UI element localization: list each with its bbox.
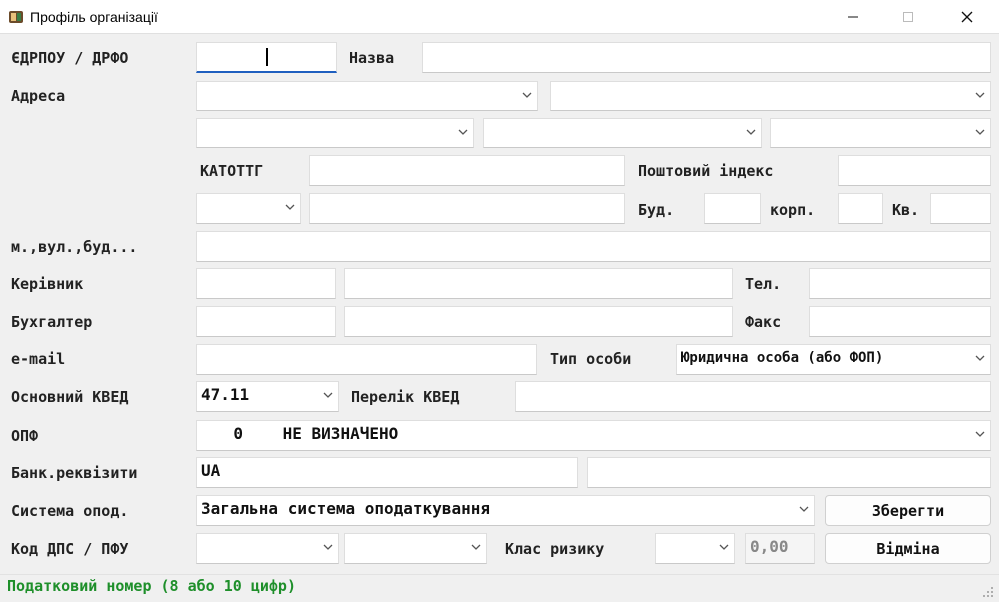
chevron-down-icon: [746, 129, 756, 135]
kved-list-input[interactable]: [515, 381, 991, 412]
chevron-down-icon: [522, 92, 532, 98]
chevron-down-icon: [323, 392, 333, 398]
email-input[interactable]: [196, 344, 537, 375]
chevron-down-icon: [323, 544, 333, 550]
window-title: Профіль організації: [30, 9, 158, 25]
full-address-input[interactable]: [196, 231, 991, 262]
maximize-button[interactable]: [885, 0, 931, 34]
risk-class-select[interactable]: [655, 533, 735, 564]
opf-select[interactable]: 0 НЕ ВИЗНАЧЕНО: [196, 420, 991, 451]
director-name-input[interactable]: [344, 268, 733, 299]
cancel-button[interactable]: Відміна: [825, 533, 991, 564]
person-type-select[interactable]: Юридична особа (або ФОП): [676, 344, 991, 375]
bank-iban-input[interactable]: UA: [196, 457, 578, 488]
chevron-down-icon: [285, 204, 295, 210]
edrpou-input[interactable]: [196, 42, 337, 73]
chevron-down-icon: [471, 544, 481, 550]
name-label: Назва: [349, 49, 395, 67]
name-input[interactable]: [422, 42, 991, 73]
risk-value-field: 0,00: [745, 533, 815, 564]
korpus-label: корп.: [770, 201, 816, 219]
resize-grip-icon[interactable]: [982, 583, 994, 597]
chevron-down-icon: [458, 129, 468, 135]
accountant-name-input[interactable]: [344, 306, 733, 337]
katottg-label: КАТОТТГ: [200, 162, 264, 180]
address-street-type-select[interactable]: [770, 118, 991, 148]
building-label: Буд.: [638, 201, 675, 219]
address-settlement-select[interactable]: [483, 118, 762, 148]
tax-system-label: Система опод.: [11, 502, 129, 520]
kved-list-label: Перелік КВЕД: [351, 388, 460, 406]
close-button[interactable]: [944, 0, 990, 34]
postal-index-label: Поштовий індекс: [638, 162, 774, 180]
katottg-input[interactable]: [309, 155, 625, 186]
risk-class-label: Клас ризику: [505, 540, 605, 558]
street-name-input[interactable]: [309, 193, 625, 224]
chevron-down-icon: [719, 544, 729, 550]
person-type-label: Тип особи: [550, 350, 632, 368]
edrpou-label: ЄДРПОУ / ДРФО: [11, 49, 129, 67]
bank-name-input[interactable]: [587, 457, 991, 488]
status-text: Податковий номер (8 або 10 цифр): [7, 577, 296, 595]
director-position-input[interactable]: [196, 268, 336, 299]
chevron-down-icon: [975, 92, 985, 98]
text-cursor: [266, 48, 268, 66]
address-district-select[interactable]: [550, 81, 991, 111]
pfu-code-select[interactable]: [344, 533, 487, 564]
opf-label: ОПФ: [11, 427, 39, 445]
dps-code-select[interactable]: [196, 533, 339, 564]
dps-code-label: Код ДПС / ПФУ: [11, 540, 129, 558]
accountant-position-input[interactable]: [196, 306, 336, 337]
tax-system-select[interactable]: Загальна система оподаткування: [196, 495, 815, 526]
email-label: e-mail: [11, 350, 66, 368]
apartment-input[interactable]: [930, 193, 991, 224]
street-type-select[interactable]: [196, 193, 301, 224]
address-community-select[interactable]: [196, 118, 474, 148]
minimize-button[interactable]: [830, 0, 876, 34]
address-region-select[interactable]: [196, 81, 538, 111]
main-kved-select[interactable]: 47.11: [196, 381, 339, 412]
chevron-down-icon: [799, 506, 809, 512]
korpus-input[interactable]: [838, 193, 883, 224]
main-kved-label: Основний КВЕД: [11, 388, 129, 406]
app-icon: [8, 9, 24, 25]
save-button[interactable]: Зберегти: [825, 495, 991, 526]
phone-label: Тел.: [745, 275, 782, 293]
director-label: Керівник: [11, 275, 84, 293]
postal-index-input[interactable]: [838, 155, 991, 186]
accountant-label: Бухгалтер: [11, 313, 93, 331]
chevron-down-icon: [975, 355, 985, 361]
opf-name: НЕ ВИЗНАЧЕНО: [282, 424, 399, 443]
opf-code: 0: [233, 424, 243, 443]
chevron-down-icon: [975, 431, 985, 437]
building-input[interactable]: [704, 193, 761, 224]
bank-label: Банк.реквізити: [11, 464, 138, 482]
fax-label: Факс: [745, 313, 782, 331]
full-address-label: м.,вул.,буд...: [11, 238, 138, 256]
address-label: Адреса: [11, 87, 66, 105]
chevron-down-icon: [975, 129, 985, 135]
apartment-label: Кв.: [892, 201, 920, 219]
fax-input[interactable]: [809, 306, 991, 337]
phone-input[interactable]: [809, 268, 991, 299]
